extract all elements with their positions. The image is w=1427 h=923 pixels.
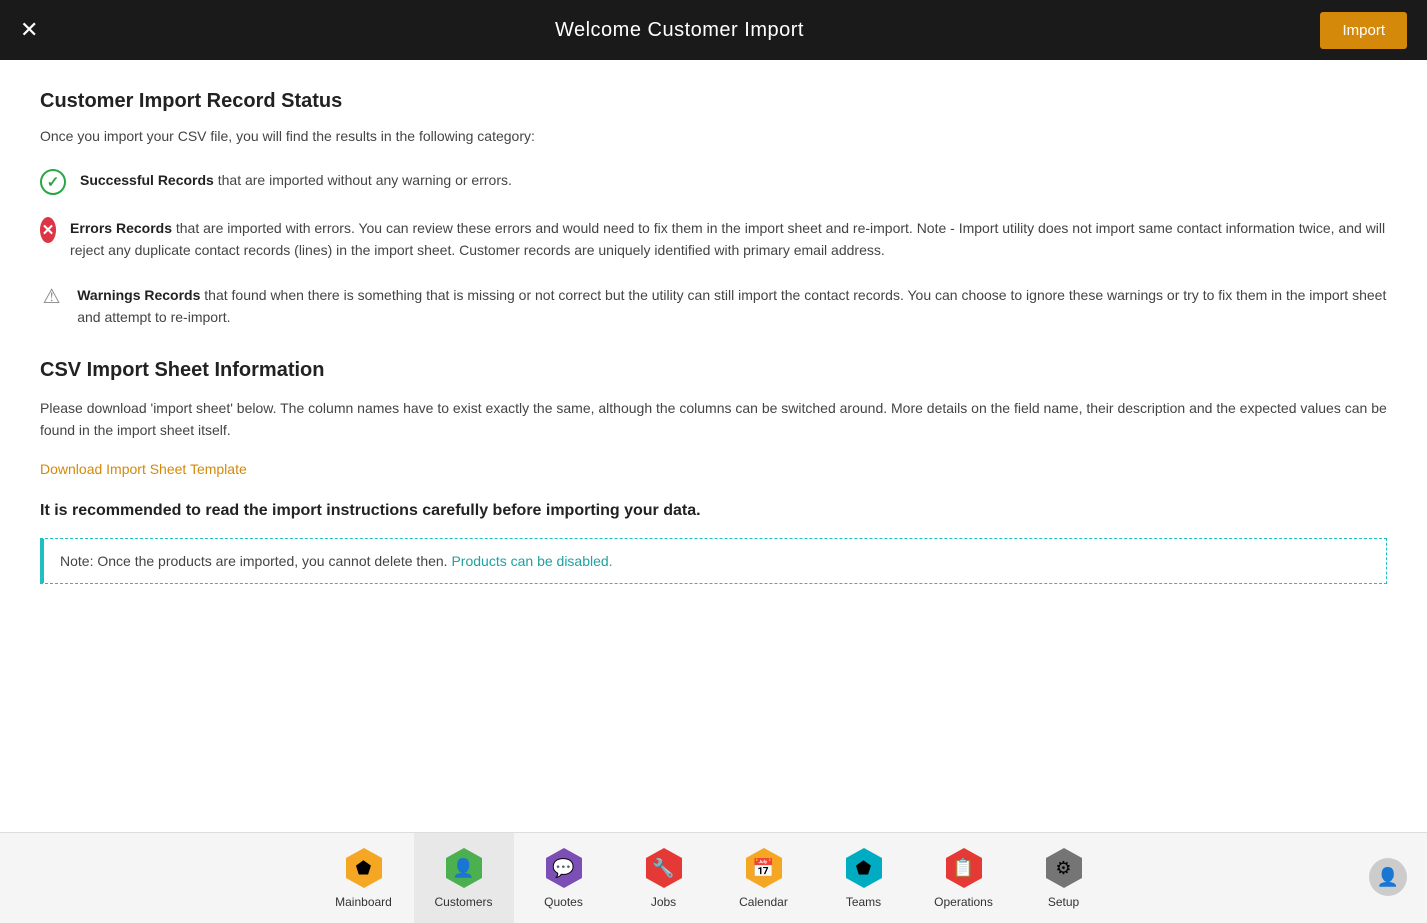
nav-item-jobs[interactable]: 🔧 Jobs	[614, 833, 714, 923]
success-text: Successful Records that are imported wit…	[80, 169, 512, 191]
recommendation-text: It is recommended to read the import ins…	[40, 502, 1387, 520]
jobs-icon: 🔧	[642, 846, 686, 890]
list-item: ⚠ Warnings Records that found when there…	[40, 284, 1387, 329]
teams-icon: ⬟	[842, 846, 886, 890]
import-button[interactable]: Import	[1320, 12, 1407, 49]
list-item: ✕ Errors Records that are imported with …	[40, 217, 1387, 262]
header: ✕ Welcome Customer Import Import	[0, 0, 1427, 60]
nav-item-calendar[interactable]: 📅 Calendar	[714, 833, 814, 923]
nav-label-mainboard: Mainboard	[335, 895, 392, 909]
error-label: Errors Records	[70, 220, 172, 236]
download-link[interactable]: Download Import Sheet Template	[40, 461, 247, 477]
nav-label-teams: Teams	[846, 895, 881, 909]
nav-item-teams[interactable]: ⬟ Teams	[814, 833, 914, 923]
mainboard-icon: ⬟	[342, 846, 386, 890]
close-button[interactable]: ✕	[20, 19, 38, 41]
success-icon: ✓	[40, 169, 66, 195]
csv-description: Please download 'import sheet' below. Th…	[40, 397, 1387, 442]
nav-label-setup: Setup	[1048, 895, 1079, 909]
record-status-title: Customer Import Record Status	[40, 90, 1387, 113]
nav-label-jobs: Jobs	[651, 895, 676, 909]
customers-icon: 👤	[442, 846, 486, 890]
warning-label: Warnings Records	[77, 287, 200, 303]
nav-item-mainboard[interactable]: ⬟ Mainboard	[314, 833, 414, 923]
nav-item-operations[interactable]: 📋 Operations	[914, 833, 1014, 923]
setup-icon: ⚙	[1042, 846, 1086, 890]
note-highlight: Products can be disabled.	[451, 553, 612, 569]
main-content: Customer Import Record Status Once you i…	[0, 60, 1427, 832]
nav-label-quotes: Quotes	[544, 895, 583, 909]
nav-item-customers[interactable]: 👤 Customers	[414, 833, 514, 923]
error-description: that are imported with errors. You can r…	[70, 220, 1385, 258]
intro-text: Once you import your CSV file, you will …	[40, 128, 1387, 144]
error-icon: ✕	[40, 217, 56, 243]
operations-icon: 📋	[942, 846, 986, 890]
nav-item-quotes[interactable]: 💬 Quotes	[514, 833, 614, 923]
csv-section-title: CSV Import Sheet Information	[40, 359, 1387, 382]
success-label: Successful Records	[80, 172, 214, 188]
note-text: Note: Once the products are imported, yo…	[60, 553, 451, 569]
header-title: Welcome Customer Import	[555, 19, 804, 42]
note-box: Note: Once the products are imported, yo…	[40, 538, 1387, 584]
nav-label-calendar: Calendar	[739, 895, 788, 909]
error-text: Errors Records that are imported with er…	[70, 217, 1387, 262]
list-item: ✓ Successful Records that are imported w…	[40, 169, 1387, 195]
nav-label-operations: Operations	[934, 895, 993, 909]
record-list: ✓ Successful Records that are imported w…	[40, 169, 1387, 329]
warning-description: that found when there is something that …	[77, 287, 1386, 325]
nav-item-setup[interactable]: ⚙ Setup	[1014, 833, 1114, 923]
csv-section: CSV Import Sheet Information Please down…	[40, 359, 1387, 585]
bottom-nav: ⬟ Mainboard 👤 Customers 💬 Quotes 🔧 Jobs …	[0, 832, 1427, 922]
nav-label-customers: Customers	[434, 895, 492, 909]
warning-icon: ⚠	[40, 284, 63, 310]
quotes-icon: 💬	[542, 846, 586, 890]
avatar[interactable]: 👤	[1369, 858, 1407, 896]
calendar-icon: 📅	[742, 846, 786, 890]
success-description: that are imported without any warning or…	[218, 172, 512, 188]
warning-text: Warnings Records that found when there i…	[77, 284, 1387, 329]
